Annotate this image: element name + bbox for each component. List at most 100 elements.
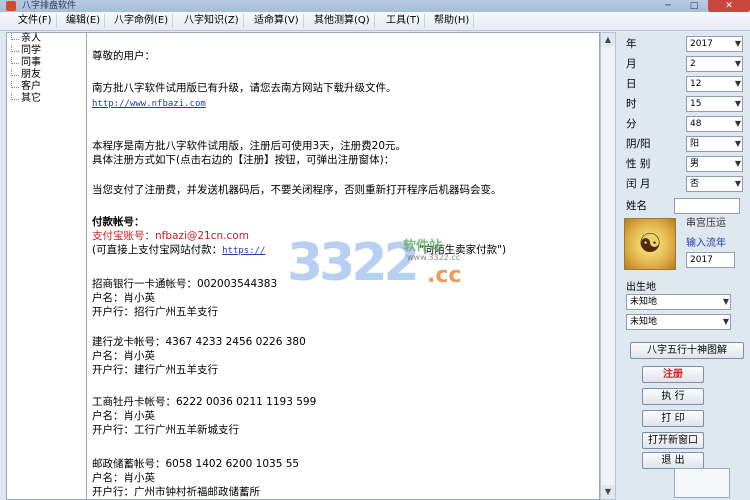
day-select[interactable]: 12 ▼ [686, 76, 743, 92]
post-account: 邮政储蓄帐号：6058 1402 6200 1035 55 [92, 458, 300, 470]
birthplace-value-1: 未知地 [630, 297, 658, 307]
chevron-down-icon: ▼ [734, 79, 741, 88]
website-link[interactable]: http://www.nfbazi.com [92, 97, 206, 111]
maximize-button[interactable]: □ [682, 0, 706, 12]
year-select[interactable]: 2017 ▼ [686, 36, 743, 52]
chevron-down-icon: ▼ [734, 179, 741, 188]
birthplace-select-2[interactable]: 未知地 ▼ [626, 314, 731, 330]
empty-panel-box [674, 468, 730, 498]
yinyang-value: 阳 [690, 139, 700, 149]
execute-button[interactable]: 执 行 [642, 388, 704, 405]
menu-fortune[interactable]: 适命算(V) [250, 14, 304, 28]
day-value: 12 [690, 79, 702, 89]
input-panel: 年 2017 ▼ 月 2 ▼ 日 12 ▼ 时 15 ▼ 分 48 ▼ 阴/阳 阳 ▼ 性 … [616, 32, 748, 498]
menu-edit[interactable]: 编辑(E) [62, 14, 106, 28]
document-scrollbar[interactable]: ▲ ▼ [600, 32, 616, 500]
month-value: 2 [690, 59, 696, 69]
leap-month-label: 闰 月 [626, 178, 651, 190]
menu-other[interactable]: 其他测算(Q) [310, 14, 375, 28]
cmb-name: 户名：肖小英 [92, 292, 155, 304]
watermark-logo: 3322 软件站 www.3322.cc .cc [287, 225, 517, 315]
icbc-bank: 开户行：工行广州五羊新城支行 [92, 424, 239, 436]
ccb-name: 户名：肖小英 [92, 350, 155, 362]
tree-item-others[interactable]: 其它 [7, 93, 87, 105]
gender-value: 男 [690, 159, 700, 169]
post-name: 户名：肖小英 [92, 472, 155, 484]
bazi-diagram-button[interactable]: 八字五行十神图解 [630, 342, 744, 359]
year-value: 2017 [690, 39, 713, 49]
menu-bar: 文件(F) 编辑(E) 八字命例(E) 八字知识(Z) 适命算(V) 其他测算(… [0, 12, 750, 31]
chevron-down-icon: ▼ [734, 159, 741, 168]
chevron-down-icon: ▼ [734, 39, 741, 48]
menu-bazi-knowledge[interactable]: 八字知识(Z) [180, 14, 244, 28]
new-window-button[interactable]: 打开新窗口 [642, 432, 704, 449]
tree-item-classmates[interactable]: 同学 [7, 45, 87, 57]
year-label: 年 [626, 38, 637, 50]
yinyang-label: 阴/阳 [626, 138, 651, 150]
tree-item-clients[interactable]: 客户 [7, 81, 87, 93]
tree-item-friends[interactable]: 朋友 [7, 69, 87, 81]
month-select[interactable]: 2 ▼ [686, 56, 743, 72]
alipay-account: 支付宝账号：nfbazi@21cn.com [92, 230, 249, 242]
birthplace-select-1[interactable]: 未知地 ▼ [626, 294, 731, 310]
cmb-bank: 开户行：招行广州五羊支行 [92, 306, 218, 318]
chevron-down-icon: ▼ [734, 99, 741, 108]
minute-value: 48 [690, 119, 702, 129]
yin-yang-icon: ☯ [638, 229, 662, 259]
chevron-down-icon: ▼ [722, 317, 729, 326]
document-area[interactable]: 尊敬的用户： 南方批八字软件试用版已有升级，请您去南方网站下载升级文件。 htt… [86, 32, 600, 500]
scroll-up-icon[interactable]: ▲ [601, 33, 615, 47]
name-input[interactable] [674, 198, 740, 214]
exit-button[interactable]: 退 出 [642, 452, 704, 469]
contact-tree: 亲人 同学 同事 朋友 客户 其它 [6, 32, 88, 500]
menu-help[interactable]: 帮助(H) [430, 14, 475, 28]
taiji-image: ☯ [624, 218, 676, 270]
hour-select[interactable]: 15 ▼ [686, 96, 743, 112]
minute-select[interactable]: 48 ▼ [686, 116, 743, 132]
window-title: 八字排盘软件 [22, 1, 77, 11]
greeting: 尊敬的用户： [92, 50, 155, 62]
alipay-alt-suffix: "向陌生卖家付款") [418, 244, 507, 256]
register-method: 具体注册方式如下(点击右边的【注册】按钮，可弹出注册窗体)： [92, 154, 395, 166]
alipay-alt: (可直接上支付宝网站付款：https:// "向陌生卖家付款") [92, 243, 506, 258]
yinyang-select[interactable]: 阳 ▼ [686, 136, 743, 152]
chevron-down-icon: ▼ [722, 297, 729, 306]
hour-value: 15 [690, 99, 702, 109]
icbc-name: 户名：肖小英 [92, 410, 155, 422]
menu-bazi-cases[interactable]: 八字命例(E) [110, 14, 174, 28]
liunian-label[interactable]: 输入流年 [686, 234, 726, 249]
tree-item-family[interactable]: 亲人 [7, 33, 87, 45]
birthplace-label: 出生地 [626, 282, 656, 293]
icbc-account: 工商牡丹卡帐号：6222 0036 0211 1193 599 [92, 396, 317, 408]
register-button[interactable]: 注册 [642, 366, 704, 383]
leap-month-select[interactable]: 否 ▼ [686, 176, 743, 192]
day-label: 日 [626, 78, 637, 90]
upgrade-notice: 南方批八字软件试用版已有升级，请您去南方网站下载升级文件。 [92, 82, 397, 94]
tree-item-colleagues[interactable]: 同事 [7, 57, 87, 69]
scroll-down-icon[interactable]: ▼ [601, 485, 615, 499]
minimize-button[interactable]: ─ [656, 0, 680, 12]
leap-month-value: 否 [690, 179, 700, 189]
watermark-cc: .cc [427, 263, 462, 288]
menu-file[interactable]: 文件(F) [14, 14, 57, 28]
watermark-number: 3322 [287, 233, 420, 293]
app-icon [6, 1, 16, 11]
chevron-down-icon: ▼ [734, 139, 741, 148]
post-bank: 开户行：广州市钟村祈福邮政储蓄所 [92, 486, 260, 498]
ccb-bank: 开户行：建行广州五羊支行 [92, 364, 218, 376]
chuangong-label: 串宫压运 [686, 218, 726, 229]
menu-tools[interactable]: 工具(T) [382, 14, 425, 28]
print-button[interactable]: 打 印 [642, 410, 704, 427]
gender-select[interactable]: 男 ▼ [686, 156, 743, 172]
payment-warning: 当您支付了注册费，并发送机器码后，不要关闭程序，否则重新打开程序后机器码会变。 [92, 184, 502, 196]
payment-title: 付款帐号： [92, 216, 145, 228]
title-bar: 八字排盘软件 ─ □ ✕ [0, 0, 750, 12]
alipay-alt-prefix: (可直接上支付宝网站付款： [92, 244, 223, 256]
close-button[interactable]: ✕ [708, 0, 750, 12]
trial-info: 本程序是南方批八字软件试用版，注册后可使用3天，注册费20元。 [92, 140, 407, 152]
hour-label: 时 [626, 98, 637, 110]
name-label: 姓名 [626, 200, 647, 212]
alipay-link[interactable]: https:// [222, 246, 265, 256]
month-label: 月 [626, 58, 637, 70]
liunian-year-input[interactable]: 2017 [686, 252, 735, 268]
